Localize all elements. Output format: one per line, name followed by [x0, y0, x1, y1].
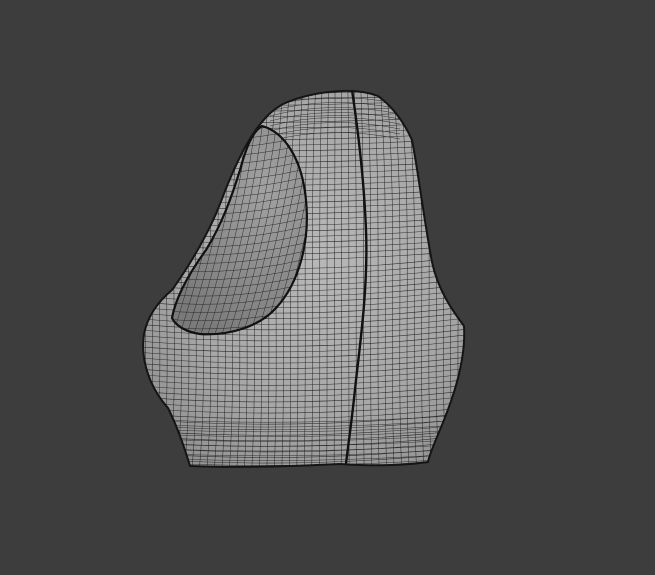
wire-loop-vertical	[448, 90, 465, 467]
wire-loop-vertical	[143, 90, 165, 467]
mesh-object[interactable]	[0, 0, 655, 575]
wire-loop-horizontal	[130, 469, 470, 480]
wire-loop-horizontal	[143, 90, 465, 95]
wire-loop-vertical	[143, 90, 171, 467]
wire-loop-horizontal	[130, 480, 470, 491]
3d-viewport[interactable]	[0, 0, 655, 575]
wire-loop-vertical	[442, 90, 463, 467]
mesh-body	[130, 90, 470, 491]
wire-loop-vertical	[145, 90, 177, 467]
wire-loop-horizontal	[130, 474, 470, 485]
wire-loop-vertical	[455, 90, 465, 467]
